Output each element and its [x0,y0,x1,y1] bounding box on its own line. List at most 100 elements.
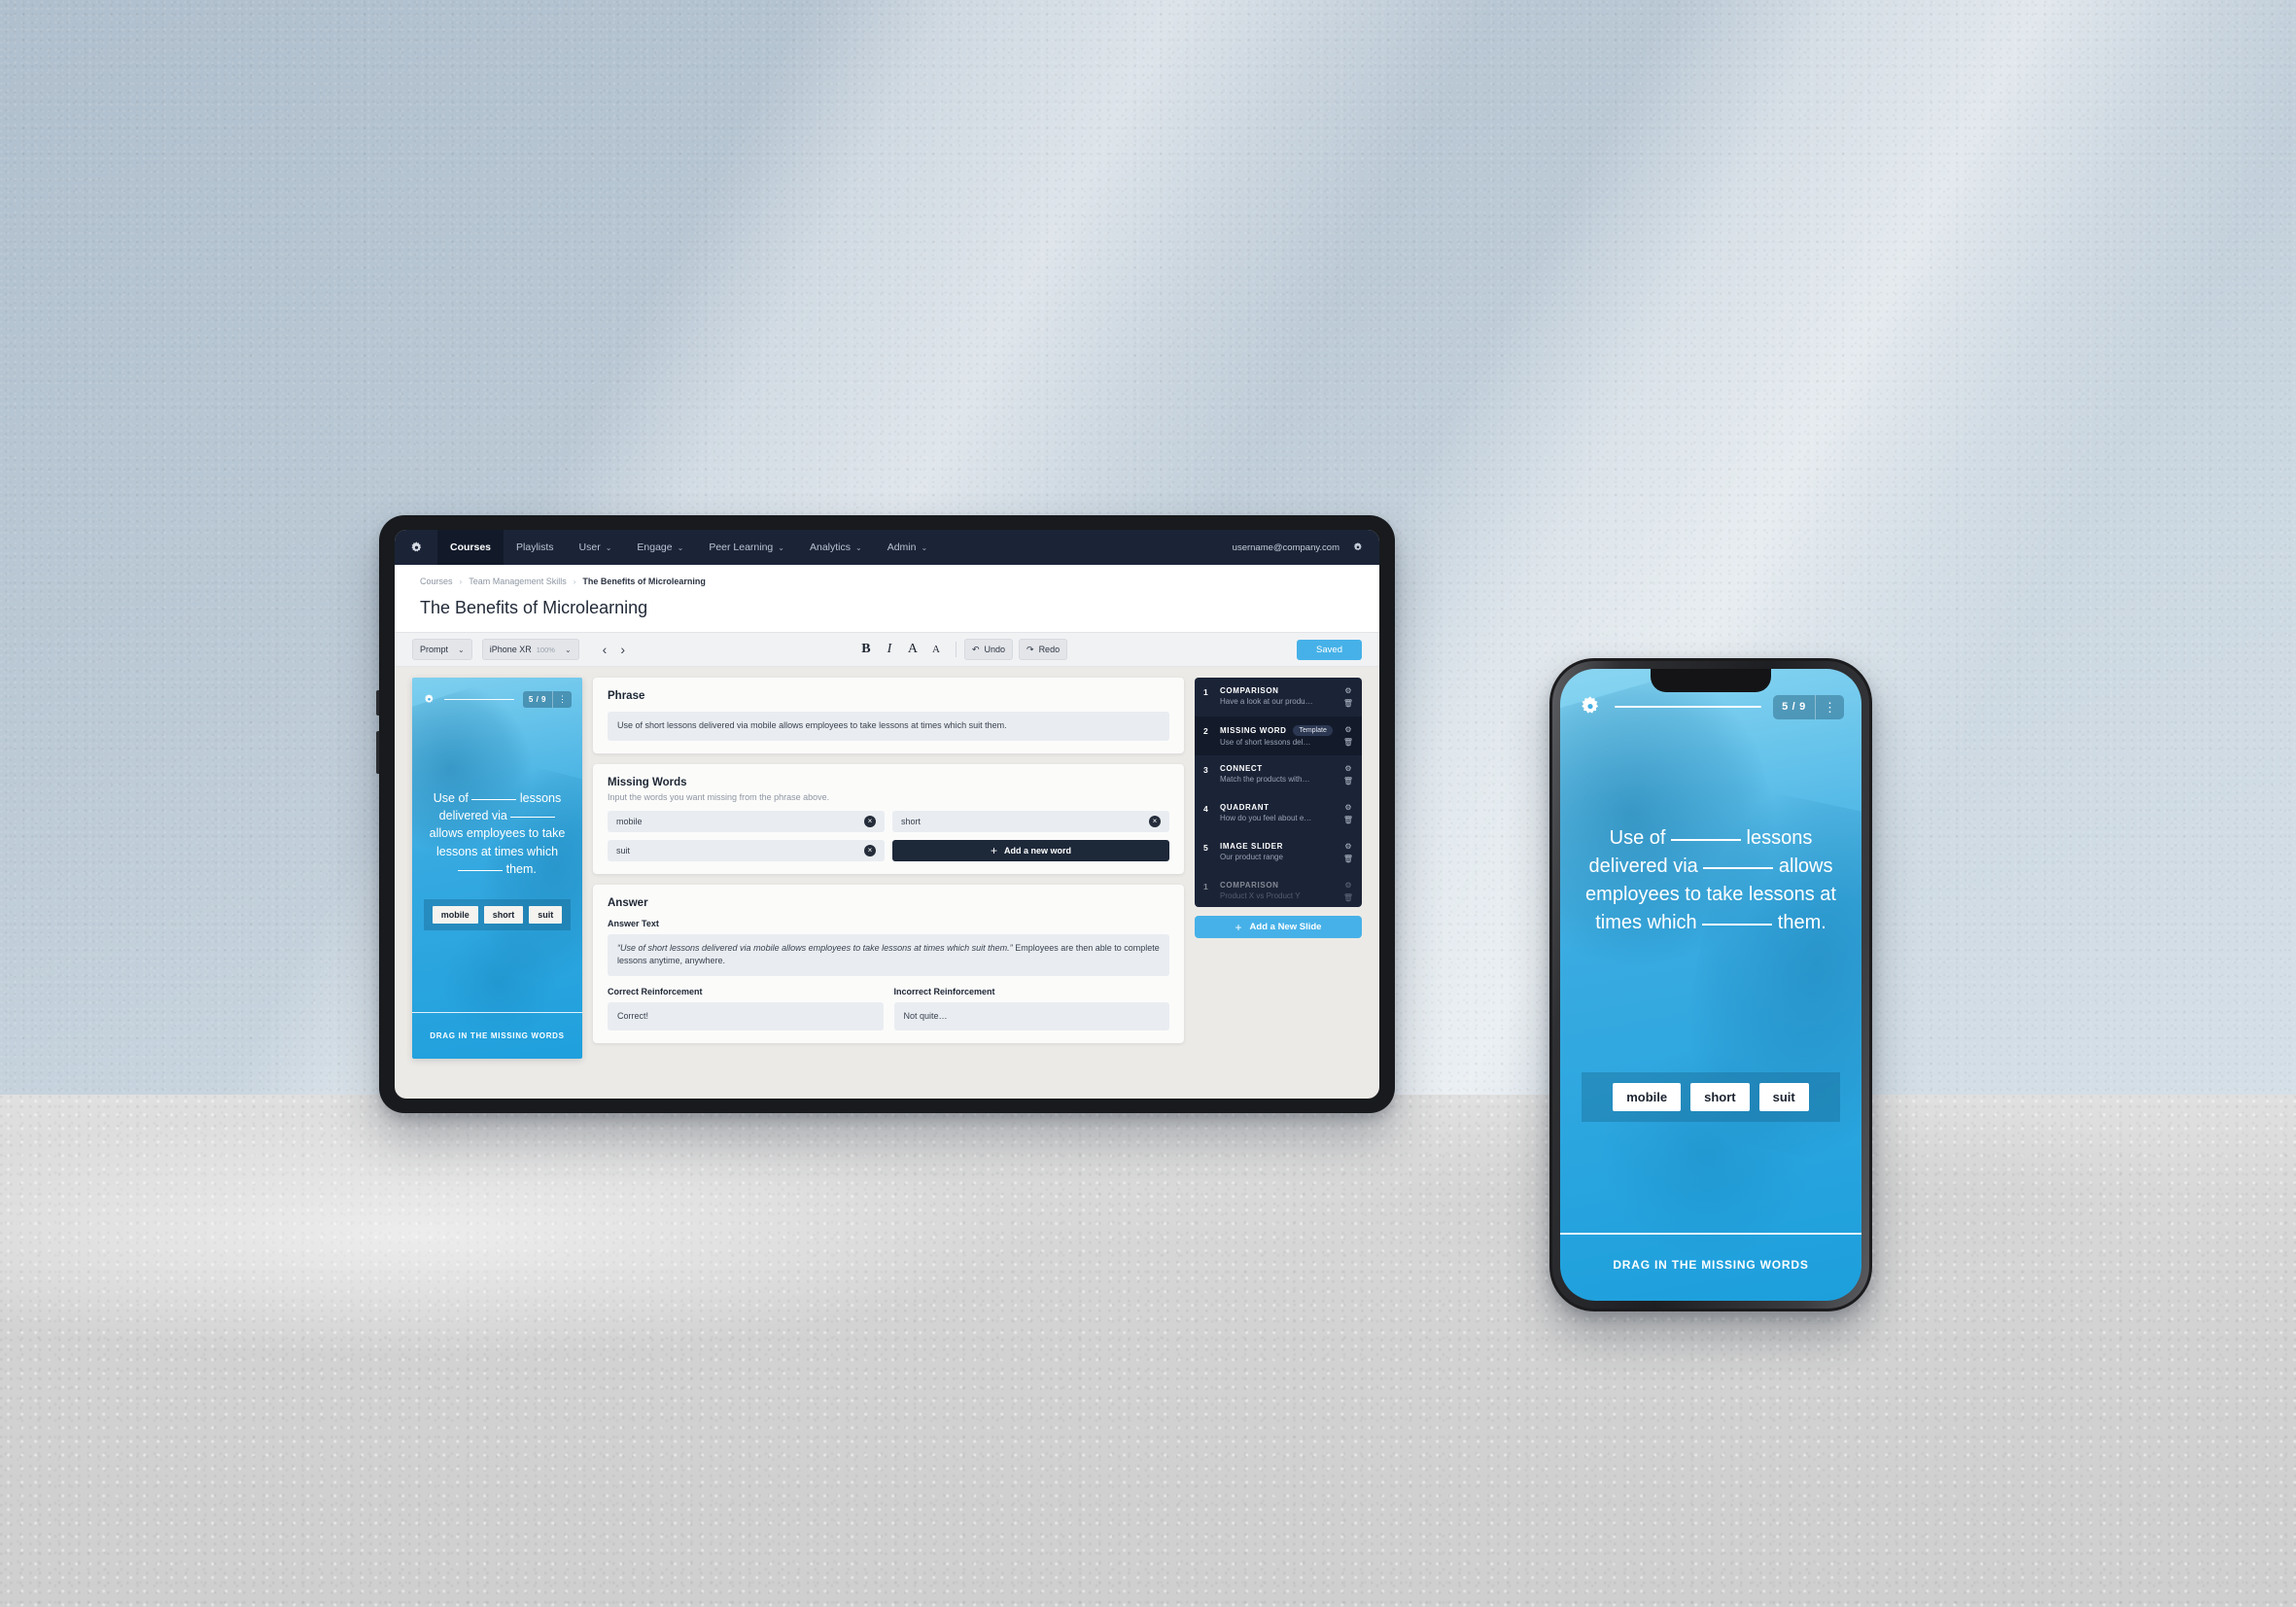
phrase-part: Use of [1609,827,1671,849]
close-icon[interactable]: × [1149,815,1161,827]
chevron-down-icon: ⌄ [458,645,465,654]
gear-icon[interactable]: ⚙ [1344,765,1351,773]
chevron-down-icon: ⌄ [855,542,862,552]
slide-list[interactable]: 1 COMPARISON Have a look at our produ… ⚙… [1195,678,1362,907]
nav-item-playlists[interactable]: Playlists [504,530,567,565]
trash-icon[interactable]: 🗑 [1343,778,1353,786]
phrase-input[interactable]: Use of short lessons delivered via mobil… [608,712,1169,741]
close-icon[interactable]: × [864,844,876,856]
slide-description: Our product range [1220,853,1283,861]
blank-slot[interactable] [510,817,556,819]
gear-icon[interactable] [1578,694,1603,719]
correct-reinforcement-label: Correct Reinforcement [608,986,703,996]
trash-icon[interactable]: 🗑 [1343,856,1353,863]
blank-slot[interactable] [458,869,504,871]
redo-button[interactable]: ↷ Redo [1019,639,1068,660]
slide-number: 3 [1203,765,1208,775]
blank-slot[interactable] [1703,867,1774,869]
missing-word-input-1[interactable]: mobile × [608,810,885,832]
gear-icon[interactable]: ⚙ [1344,843,1351,851]
word-chip-suit[interactable]: suit [529,905,563,924]
blank-slot[interactable] [471,799,517,801]
slide-list-item[interactable]: 2 MISSING WORD Template Use of short les… [1195,716,1362,755]
slide-list-column: 1 COMPARISON Have a look at our produ… ⚙… [1195,678,1362,1059]
topnav-right-group: username@company.com [1233,541,1379,553]
gear-icon[interactable]: ⚙ [1344,882,1351,890]
word-chip-mobile[interactable]: mobile [1613,1083,1682,1111]
blank-slot[interactable] [1670,839,1741,841]
more-options-icon[interactable]: ⋮ [1816,701,1844,714]
trash-icon[interactable]: 🗑 [1343,739,1353,747]
slide-counter-value: 5 / 9 [528,695,546,704]
nav-item-engage[interactable]: Engage ⌄ [624,530,696,565]
chevron-down-icon: ⌄ [677,542,684,552]
slide-list-item[interactable]: 5 IMAGE SLIDER Our product range ⚙ 🗑 [1195,833,1362,872]
nav-item-peer-learning[interactable]: Peer Learning ⌄ [696,530,797,565]
incorrect-reinforcement-input[interactable]: Not quite… [893,1001,1169,1031]
missing-word-input-3[interactable]: suit × [608,839,885,861]
answer-card: Answer Answer Text “Use of short lessons… [593,884,1184,1043]
gear-icon[interactable]: ⚙ [1344,687,1351,695]
word-chip-short[interactable]: short [483,905,524,924]
slide-actions: ⚙ 🗑 [1343,686,1353,708]
blank-slot[interactable] [1702,924,1773,926]
slide-type: COMPARISON [1220,881,1279,890]
nav-item-courses[interactable]: Courses [437,530,504,565]
next-slide-arrow[interactable]: › [620,642,625,657]
missing-words-subtitle: Input the words you want missing from th… [608,791,830,802]
add-a-new-word-button[interactable]: + Add a new word [892,839,1169,861]
preview-word-chip-bar: mobile short suit [424,898,571,930]
more-options-icon[interactable]: ⋮ [553,695,572,704]
slide-text-group: MISSING WORD Template Use of short lesso… [1220,725,1337,747]
plus-icon: + [1235,920,1242,934]
breadcrumb-item-courses[interactable]: Courses [420,576,453,586]
trash-icon[interactable]: 🗑 [1343,894,1353,902]
user-email[interactable]: username@company.com [1233,542,1339,553]
word-chip-mobile[interactable]: mobile [432,905,478,924]
correct-reinforcement-input[interactable]: Correct! [608,1001,884,1031]
add-slide-label: Add a New Slide [1249,922,1322,932]
chevron-down-icon: ⌄ [778,542,784,552]
word-chip-short[interactable]: short [1690,1083,1750,1111]
close-icon[interactable]: × [864,815,876,827]
answer-card-title: Answer [608,896,648,909]
trash-icon[interactable]: 🗑 [1343,817,1353,824]
nav-item-user[interactable]: User ⌄ [567,530,625,565]
gear-icon[interactable] [423,693,435,706]
slide-list-item[interactable]: 4 QUADRANT How do you feel about e… ⚙ 🗑 [1195,794,1362,833]
nav-item-admin[interactable]: Admin ⌄ [875,530,940,565]
device-dropdown[interactable]: iPhone XR 100% ⌄ [481,639,579,660]
previous-slide-arrow[interactable]: ‹ [603,642,608,657]
answer-text-input[interactable]: “Use of short lessons delivered via mobi… [608,933,1169,976]
trash-icon[interactable]: 🗑 [1343,700,1353,708]
phrase-card: Phrase Use of short lessons delivered vi… [593,678,1184,753]
font-size-large-button[interactable]: A [901,642,924,657]
slide-description: Use of short lessons del… [1220,738,1311,747]
gear-icon[interactable]: ⚙ [1344,804,1351,812]
prompt-dropdown[interactable]: Prompt ⌄ [412,639,472,660]
bold-button[interactable]: B [854,642,878,657]
nav-item-analytics[interactable]: Analytics ⌄ [797,530,875,565]
app-logo[interactable] [395,541,437,555]
slide-list-item[interactable]: 1 COMPARISON Product X vs Product Y ⚙ 🗑 [1195,872,1362,907]
settings-gear-icon[interactable] [1352,541,1364,553]
breadcrumb-item-team-management-skills[interactable]: Team Management Skills [469,576,567,586]
slide-list-item[interactable]: 1 COMPARISON Have a look at our produ… ⚙… [1195,678,1362,716]
italic-button[interactable]: I [878,642,901,657]
chevron-down-icon: ⌄ [921,542,928,552]
slide-type: QUADRANT [1220,803,1270,812]
nav-label: Engage [637,541,673,553]
font-size-small-button[interactable]: A [924,644,948,655]
add-a-new-slide-button[interactable]: + Add a New Slide [1195,916,1362,938]
undo-button[interactable]: ↶ Undo [963,639,1014,660]
preview-footer: DRAG IN THE MISSING WORDS [412,1012,582,1059]
slide-description: How do you feel about e… [1220,814,1312,822]
floor-highlight [0,1095,2296,1406]
word-chip-suit[interactable]: suit [1758,1083,1809,1111]
preview-header: 5 / 9 ⋮ [412,678,582,708]
saved-button[interactable]: Saved [1297,639,1362,660]
missing-word-input-2[interactable]: short × [892,810,1169,832]
nav-label: Analytics [809,541,851,553]
gear-icon[interactable]: ⚙ [1344,726,1351,734]
slide-list-item[interactable]: 3 CONNECT Match the products with… ⚙ 🗑 [1195,755,1362,794]
